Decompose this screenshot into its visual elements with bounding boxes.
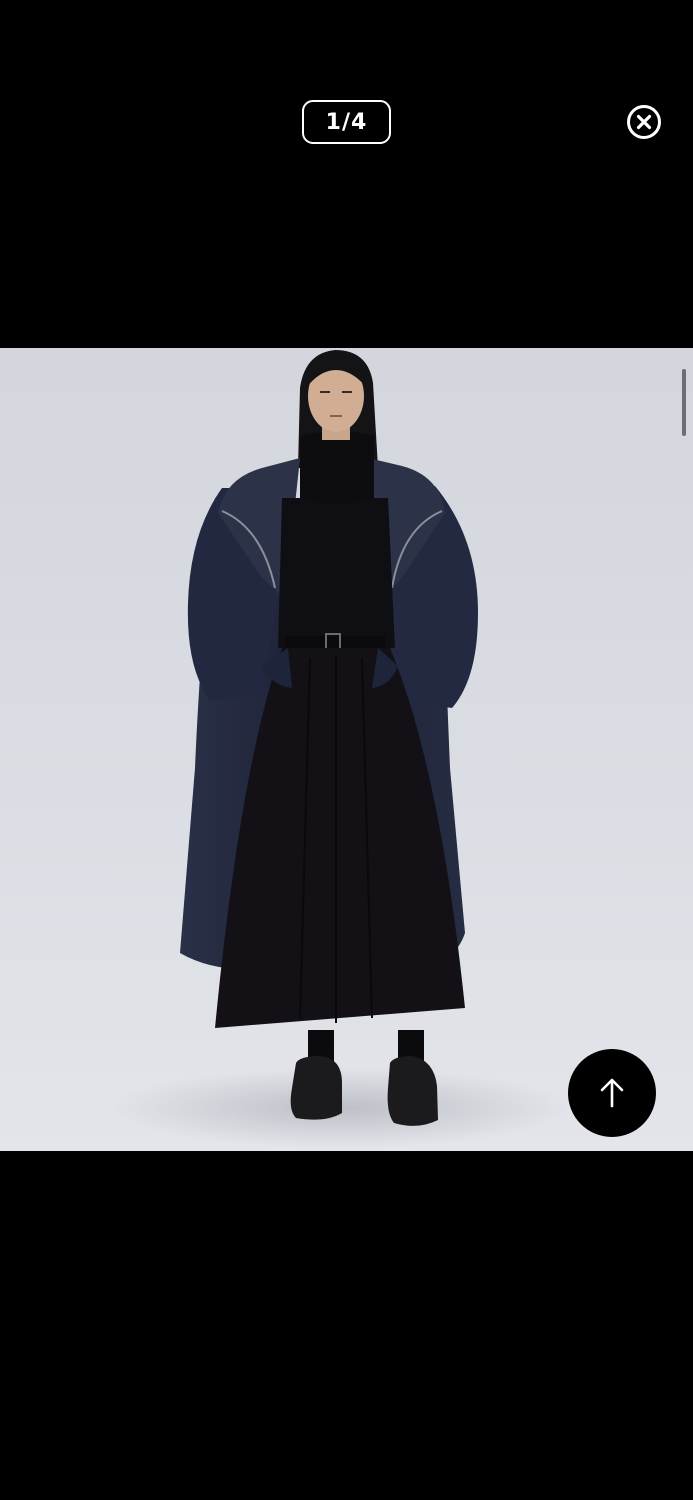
product-photo xyxy=(110,350,570,1148)
arrow-up-icon xyxy=(600,1078,624,1108)
close-button[interactable] xyxy=(626,104,662,140)
back-to-top-button[interactable] xyxy=(568,1049,656,1137)
image-viewport[interactable] xyxy=(0,348,693,1151)
close-circle-icon xyxy=(627,105,661,139)
scroll-indicator[interactable] xyxy=(682,369,686,436)
viewer-footer xyxy=(0,1151,693,1500)
image-counter: 1/4 xyxy=(302,100,391,144)
viewer-header: 1/4 xyxy=(0,0,693,240)
